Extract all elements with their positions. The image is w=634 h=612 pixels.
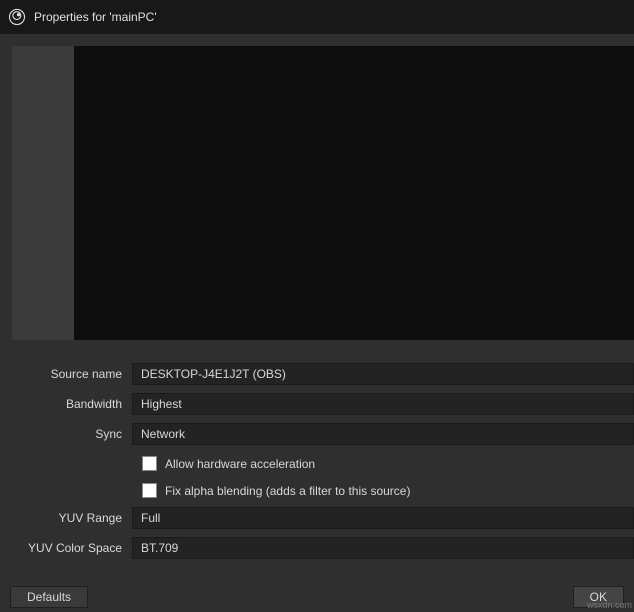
titlebar: Properties for 'mainPC' xyxy=(0,0,634,34)
hw-accel-checkbox[interactable] xyxy=(142,456,157,471)
yuv-range-label: YUV Range xyxy=(12,511,132,525)
source-name-select[interactable]: DESKTOP-J4E1J2T (OBS) xyxy=(132,363,634,385)
preview-row xyxy=(12,46,634,340)
defaults-button-label: Defaults xyxy=(27,590,71,604)
alpha-blend-checkbox[interactable] xyxy=(142,483,157,498)
bandwidth-label: Bandwidth xyxy=(12,397,132,411)
defaults-button[interactable]: Defaults xyxy=(10,586,88,608)
yuv-cs-value: BT.709 xyxy=(141,541,178,555)
alpha-blend-label: Fix alpha blending (adds a filter to thi… xyxy=(165,484,410,498)
yuv-range-value: Full xyxy=(141,511,160,525)
bandwidth-select[interactable]: Highest xyxy=(132,393,634,415)
sync-value: Network xyxy=(141,427,185,441)
window-title: Properties for 'mainPC' xyxy=(34,10,157,24)
content: Source name DESKTOP-J4E1J2T (OBS) Bandwi… xyxy=(0,34,634,582)
video-preview[interactable] xyxy=(74,46,634,340)
source-name-value: DESKTOP-J4E1J2T (OBS) xyxy=(141,367,286,381)
source-name-label: Source name xyxy=(12,367,132,381)
sync-label: Sync xyxy=(12,427,132,441)
bandwidth-value: Highest xyxy=(141,397,182,411)
obs-icon xyxy=(8,8,26,26)
form: Source name DESKTOP-J4E1J2T (OBS) Bandwi… xyxy=(12,360,634,561)
preview-padding xyxy=(12,46,74,340)
watermark: wsxdn.com xyxy=(587,600,632,610)
yuv-cs-label: YUV Color Space xyxy=(12,541,132,555)
yuv-cs-select[interactable]: BT.709 xyxy=(132,537,634,559)
footer: Defaults OK xyxy=(0,582,634,612)
sync-select[interactable]: Network xyxy=(132,423,634,445)
hw-accel-label: Allow hardware acceleration xyxy=(165,457,315,471)
yuv-range-select[interactable]: Full xyxy=(132,507,634,529)
